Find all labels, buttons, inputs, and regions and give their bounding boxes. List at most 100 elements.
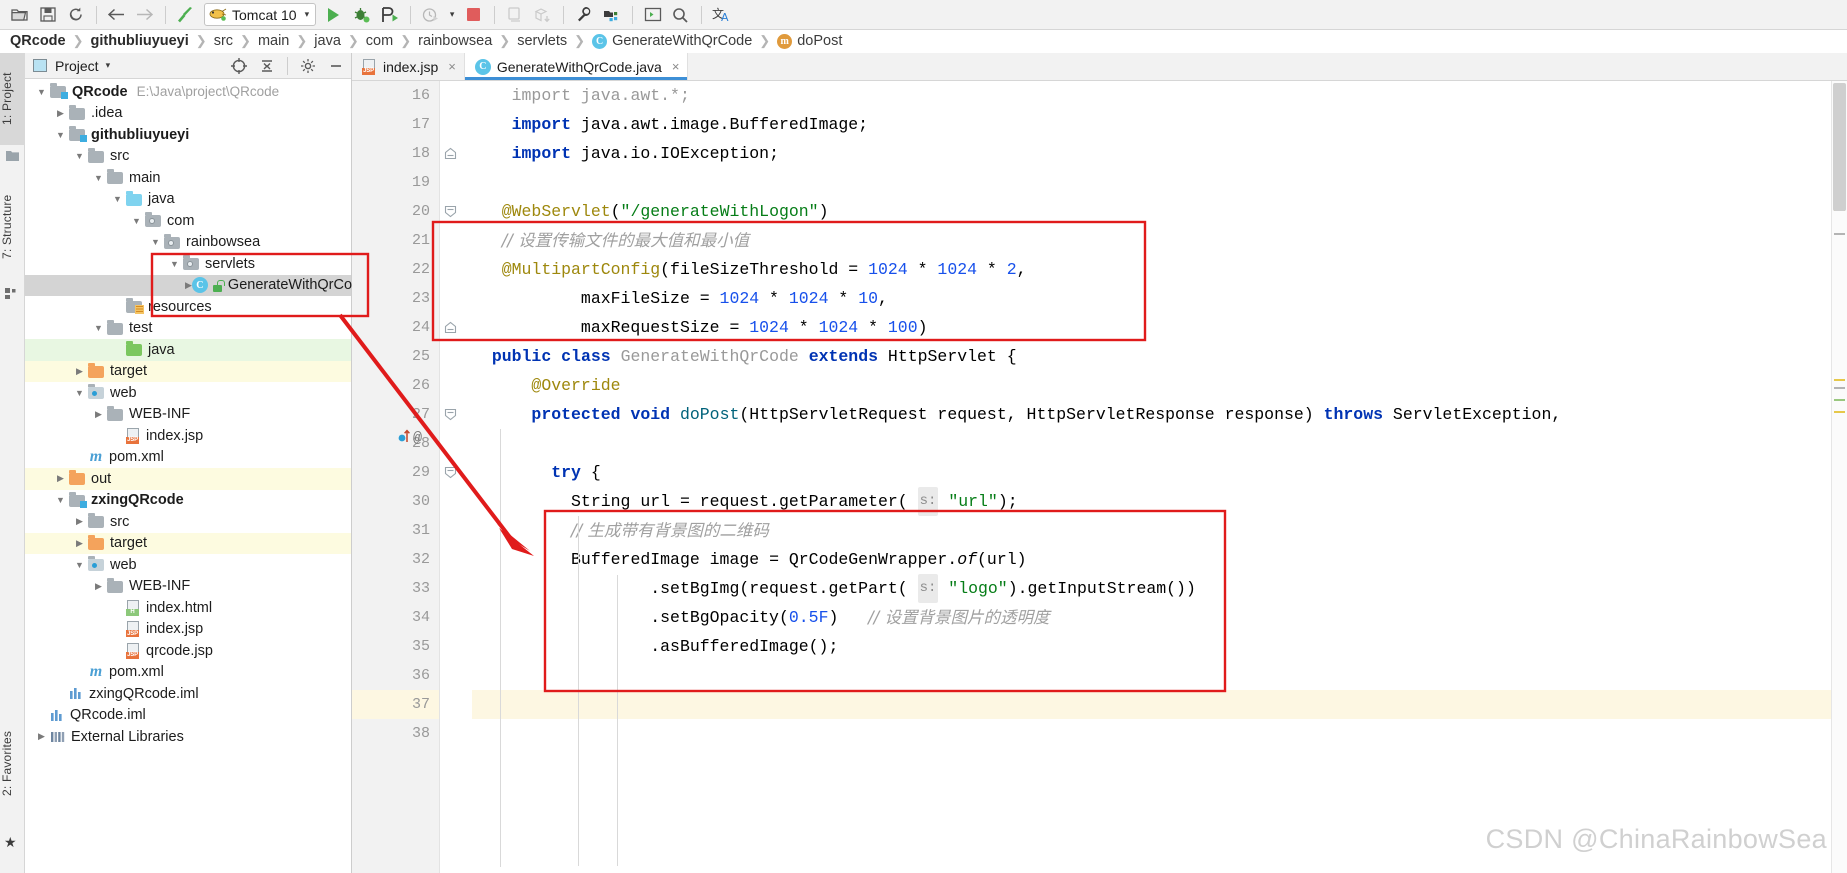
tree-row[interactable]: JSP index.jsp xyxy=(25,619,351,641)
fold-slot[interactable] xyxy=(440,197,462,226)
tree-row[interactable]: ▶ C GenerateWithQrCo xyxy=(25,274,352,296)
annotation-at-icon[interactable]: @ xyxy=(413,430,422,447)
terminal-icon[interactable] xyxy=(639,2,666,28)
code-line[interactable] xyxy=(472,429,1847,458)
chevron-right-icon[interactable]: ▶ xyxy=(71,516,88,527)
tree-row[interactable]: ▼ rainbowsea xyxy=(25,232,351,254)
tree-row[interactable]: ▼ test xyxy=(25,318,351,340)
chevron-down-icon[interactable]: ▼ xyxy=(71,151,88,161)
fold-start-icon[interactable] xyxy=(444,408,457,421)
profiler-dropdown-arrow-icon[interactable]: ▾ xyxy=(445,2,459,28)
breadcrumb-item-main[interactable]: main xyxy=(258,33,289,49)
code-line[interactable]: @Override xyxy=(472,371,1847,400)
tree-row[interactable]: ▼ QRcode E:\Java\project\QRcode xyxy=(25,81,351,103)
chevron-right-icon[interactable]: ▶ xyxy=(52,108,69,119)
line-number[interactable]: 34 xyxy=(352,603,439,632)
chevron-down-icon[interactable]: ▼ xyxy=(52,130,69,140)
line-number[interactable]: 36 xyxy=(352,661,439,690)
scroll-from-source-button[interactable] xyxy=(228,55,250,77)
breadcrumb-item-com[interactable]: com xyxy=(366,33,393,49)
tree-row[interactable]: ▶ src xyxy=(25,511,351,533)
line-number[interactable]: 21 xyxy=(352,226,439,255)
tree-row[interactable]: ▼ web xyxy=(25,382,351,404)
fold-start-icon[interactable] xyxy=(444,466,457,479)
chevron-down-icon[interactable]: ▼ xyxy=(52,495,69,505)
code-line[interactable]: maxFileSize = 1024 * 1024 * 10, xyxy=(472,284,1847,313)
chevron-right-icon[interactable]: ▶ xyxy=(52,473,69,484)
breadcrumb-item-java[interactable]: java xyxy=(314,33,341,49)
breadcrumb-item-class[interactable]: C GenerateWithQrCode xyxy=(592,33,752,49)
tree-row[interactable]: ▶ target xyxy=(25,360,351,382)
code-line[interactable]: @MultipartConfig (fileSizeThreshold = 102… xyxy=(472,255,1847,284)
code-line[interactable]: .setBgImg(request.getPart( s: "logo").ge… xyxy=(472,574,1847,603)
tree-row[interactable]: JSP index.jsp xyxy=(25,425,351,447)
line-number[interactable]: 28 xyxy=(352,429,439,458)
line-number[interactable]: 32 xyxy=(352,545,439,574)
tree-row[interactable]: ▶ WEB-INF xyxy=(25,404,351,426)
tree-row[interactable]: ▶ target xyxy=(25,532,351,554)
tree-row[interactable]: ▼ servlets xyxy=(25,253,351,275)
fold-slot[interactable] xyxy=(440,139,462,168)
device-manager-icon[interactable] xyxy=(501,2,528,28)
line-number[interactable]: 31 xyxy=(352,516,439,545)
code-line[interactable]: import java.io.IOException; xyxy=(472,139,1847,168)
line-number[interactable]: 27 xyxy=(352,400,439,429)
sidebar-item-favorites[interactable]: 2: Favorites xyxy=(0,705,25,821)
override-method-gutter-icons[interactable]: @ xyxy=(398,428,422,448)
code-line[interactable]: // 设置传输文件的最大值和最小值 xyxy=(472,226,1847,255)
tree-row[interactable]: ▼ com xyxy=(25,210,351,232)
line-number[interactable]: 18 xyxy=(352,139,439,168)
tree-row[interactable]: m pom.xml xyxy=(25,662,351,684)
line-number-gutter[interactable]: 16 17 18 19 20 21 22 23 24 25 26 27 28 29 30 31 32 33 34 35… xyxy=(352,81,440,873)
breadcrumb-item-project[interactable]: QRcode xyxy=(10,33,66,49)
chevron-down-icon[interactable]: ▼ xyxy=(90,173,107,183)
tree-row[interactable]: ▼ src xyxy=(25,146,351,168)
run-with-coverage-icon[interactable] xyxy=(376,2,403,28)
tab-index-jsp[interactable]: JSP index.jsp × xyxy=(352,53,465,80)
chevron-down-icon[interactable]: ▼ xyxy=(71,388,88,398)
chevron-down-icon[interactable]: ▼ xyxy=(71,560,88,570)
tree-row[interactable]: resources xyxy=(25,296,351,318)
editor-scrollbar-thumb[interactable] xyxy=(1833,83,1846,211)
line-number[interactable]: 24 xyxy=(352,313,439,342)
tree-row[interactable]: QRcode.iml xyxy=(25,705,351,727)
code-line[interactable]: maxRequestSize = 1024 * 1024 * 100) xyxy=(472,313,1847,342)
run-play-icon[interactable] xyxy=(320,2,347,28)
line-number[interactable]: 33 xyxy=(352,574,439,603)
chevron-down-icon[interactable]: ▼ xyxy=(33,87,50,97)
code-line[interactable]: .setBgOpacity(0.5F) // 设置背景图片的透明度 xyxy=(472,603,1847,632)
chevron-right-icon[interactable]: ▶ xyxy=(90,581,107,592)
profiler-clock-icon[interactable] xyxy=(417,2,444,28)
tree-row[interactable]: ▶ .idea xyxy=(25,103,351,125)
build-hammer-icon[interactable] xyxy=(172,2,199,28)
forward-arrow-icon[interactable] xyxy=(131,2,158,28)
line-number[interactable]: 30 xyxy=(352,487,439,516)
search-magnifier-icon[interactable] xyxy=(667,2,694,28)
tab-generatewithqrcode-java[interactable]: C GenerateWithQrCode.java × xyxy=(464,53,689,80)
tree-row[interactable]: ▼ zxingQRcode xyxy=(25,490,351,512)
fold-end-icon[interactable] xyxy=(444,147,457,160)
chevron-right-icon[interactable]: ▶ xyxy=(90,409,107,420)
code-line[interactable]: protected void doPost (HttpServletRequest… xyxy=(472,400,1847,429)
breadcrumb-item-module[interactable]: githubliuyueyi xyxy=(91,33,189,49)
breadcrumb-item-rainbowsea[interactable]: rainbowsea xyxy=(418,33,492,49)
chevron-down-icon[interactable]: ▼ xyxy=(90,323,107,333)
chevron-down-icon[interactable]: ▾ xyxy=(305,9,310,20)
code-line[interactable]: BufferedImage image = QrCodeGenWrapper. o… xyxy=(472,545,1847,574)
sync-refresh-icon[interactable] xyxy=(62,2,89,28)
code-line[interactable] xyxy=(472,690,1847,719)
open-folder-icon[interactable] xyxy=(6,2,33,28)
stop-square-icon[interactable] xyxy=(460,2,487,28)
line-number[interactable]: 35 xyxy=(352,632,439,661)
tree-row[interactable]: ▼ java xyxy=(25,189,351,211)
run-configuration-selector[interactable]: Tomcat 10 ▾ xyxy=(204,3,317,26)
collapse-all-button[interactable] xyxy=(256,55,278,77)
line-number[interactable]: 19 xyxy=(352,168,439,197)
chevron-down-icon[interactable]: ▾ xyxy=(106,60,111,71)
tree-row[interactable]: m pom.xml xyxy=(25,447,351,469)
editor-marker-strip[interactable] xyxy=(1831,81,1847,873)
override-method-icon[interactable] xyxy=(398,428,411,448)
code-line[interactable]: String url = request.getParameter( s: "u… xyxy=(472,487,1847,516)
tree-row[interactable]: ▶ External Libraries xyxy=(25,726,351,748)
debug-bug-icon[interactable] xyxy=(348,2,375,28)
